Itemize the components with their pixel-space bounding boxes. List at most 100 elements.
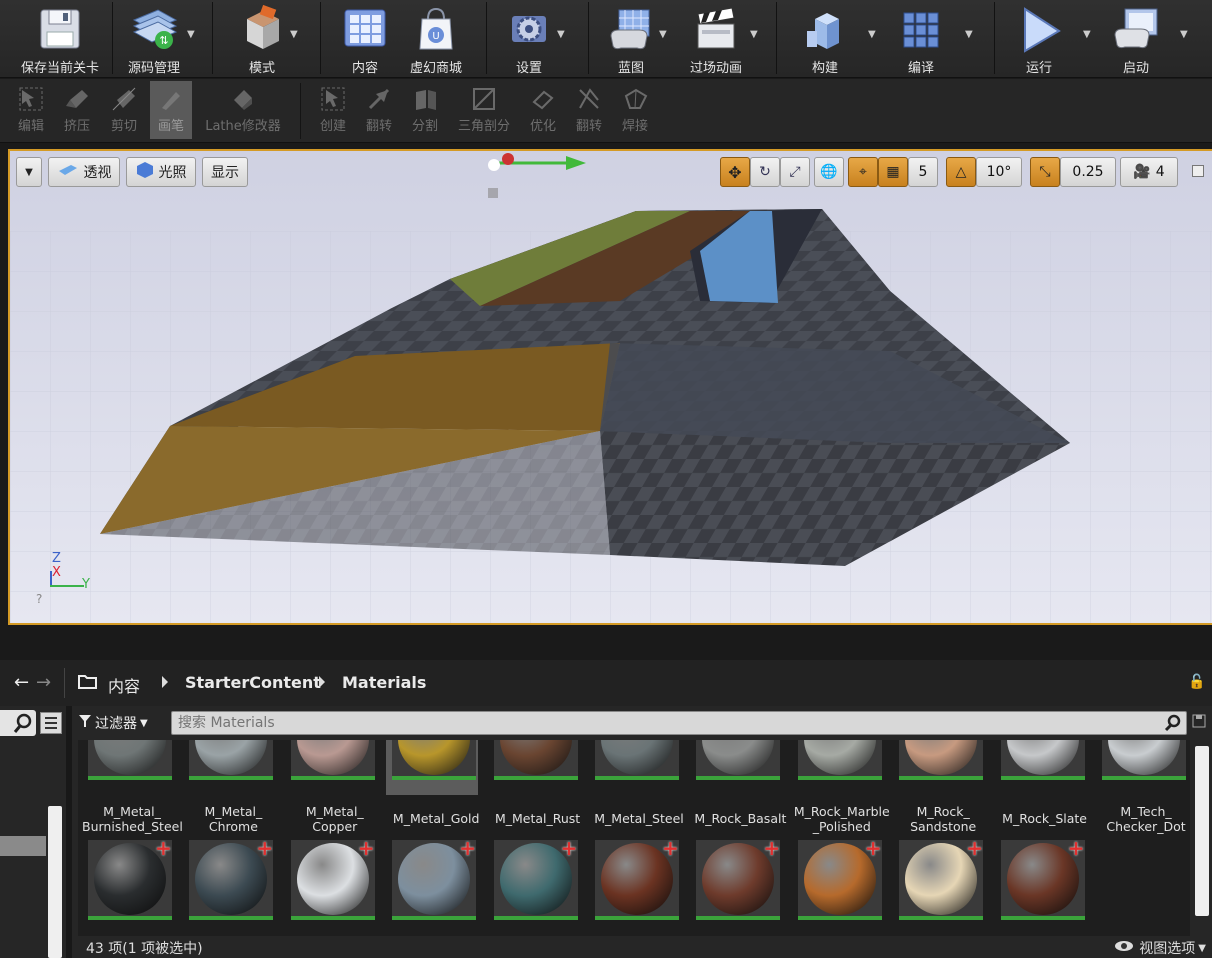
settings-dropdown[interactable]: ▼ xyxy=(557,30,567,40)
grid-snap-toggle[interactable]: ▦ xyxy=(878,157,908,187)
marketplace-button[interactable]: U 虚幻商城 xyxy=(400,0,472,76)
launch-button[interactable]: 启动 xyxy=(1100,0,1172,76)
breadcrumb-materials[interactable]: Materials xyxy=(342,673,426,692)
asset-grid: M_Metal_ Burnished_Steel M_Metal_ Chrome M… xyxy=(78,740,1190,936)
weld-tool-button[interactable]: 焊接 xyxy=(614,81,656,139)
toolbar-separator xyxy=(300,83,301,139)
lock-icon[interactable]: 🔓 xyxy=(1188,674,1205,690)
edit-tool-button[interactable]: 编辑 xyxy=(10,81,52,139)
breadcrumb-content[interactable]: 内容 xyxy=(108,673,140,697)
sources-selected-row[interactable] xyxy=(0,836,46,856)
blueprints-dropdown[interactable]: ▼ xyxy=(659,30,669,40)
asset-name: M_Metal_ Chrome xyxy=(204,804,263,834)
rotation-snap-toggle[interactable]: △ xyxy=(946,157,976,187)
translate-mode-button[interactable]: ✥ xyxy=(720,157,750,187)
settings-button[interactable]: 设置 xyxy=(494,0,564,76)
svg-text:U: U xyxy=(432,31,439,42)
view-options-button[interactable]: 视图选项 ▼ xyxy=(1114,938,1206,958)
modes-dropdown[interactable]: ▼ xyxy=(290,30,300,40)
surface-snap-button[interactable]: ⌖ xyxy=(848,157,878,187)
content-button[interactable]: 内容 xyxy=(330,0,400,76)
asset-name: M_Tech_ Checker_Dot xyxy=(1106,804,1186,834)
scale-snap-toggle[interactable]: ⤡ xyxy=(1030,157,1060,187)
source-control-button[interactable]: ⇅ 源码管理 xyxy=(114,0,194,76)
pen-tool-button[interactable]: 画笔 xyxy=(150,81,192,139)
back-arrow-icon[interactable]: ← xyxy=(14,672,29,693)
triangulate-tool-button[interactable]: 三角剖分 xyxy=(452,81,516,139)
breadcrumb-separator-icon[interactable] xyxy=(319,676,325,688)
add-icon: + xyxy=(459,840,476,860)
launch-dropdown[interactable]: ▼ xyxy=(1180,30,1190,40)
perspective-button[interactable]: 透视 xyxy=(48,157,120,187)
build-button[interactable]: 构建 xyxy=(790,0,860,76)
blueprints-button[interactable]: 蓝图 xyxy=(596,0,666,76)
material-sphere xyxy=(905,740,978,775)
chevron-down-icon: ▼ xyxy=(1198,942,1206,954)
main-toolbar: 保存当前关卡 ⇅ 源码管理 ▼ 模式 ▼ 内容 U 虚幻商城 设置 ▼ 蓝图 ▼… xyxy=(0,0,1212,78)
search-icon[interactable] xyxy=(1164,714,1182,736)
material-sphere xyxy=(296,740,369,775)
viewport-options-dropdown[interactable]: ▼ xyxy=(16,157,42,187)
rotate-mode-button[interactable]: ↻ xyxy=(750,157,780,187)
cinematics-dropdown[interactable]: ▼ xyxy=(750,30,760,40)
add-icon: + xyxy=(966,840,983,860)
asset-search-input[interactable] xyxy=(172,712,1152,734)
svg-text:?: ? xyxy=(36,592,42,606)
maximize-viewport-button[interactable] xyxy=(1192,165,1204,177)
sources-search-button[interactable] xyxy=(0,710,36,736)
turn-tool-button[interactable]: 翻转 xyxy=(568,81,610,139)
folder-icon xyxy=(78,672,98,695)
build-dropdown[interactable]: ▼ xyxy=(868,30,878,40)
triangulate-icon xyxy=(469,85,499,113)
save-level-button[interactable]: 保存当前关卡 xyxy=(10,0,110,76)
breadcrumb-startercontent[interactable]: StarterContent xyxy=(185,673,321,692)
play-dropdown[interactable]: ▼ xyxy=(1083,30,1093,40)
level-viewport[interactable]: ? ▼ 透视 光照 显示 ✥ ↻ ⤢ 🌐 ⌖ ▦ 5 △ 10° ⤡ 0.25 xyxy=(8,149,1212,625)
show-button[interactable]: 显示 xyxy=(202,157,248,187)
split-tool-button[interactable]: 分割 xyxy=(404,81,446,139)
list-view-icon[interactable] xyxy=(40,712,62,734)
source-control-dropdown[interactable]: ▼ xyxy=(187,30,197,40)
play-icon xyxy=(1010,4,1068,54)
settings-icon xyxy=(500,4,558,54)
lathe-tool-button[interactable]: Lathe修改器 xyxy=(198,81,288,139)
sources-scrollbar[interactable] xyxy=(48,806,62,958)
turn-icon xyxy=(574,85,604,113)
rotation-snap-value[interactable]: 10° xyxy=(976,157,1022,187)
asset-name: M_Metal_Steel xyxy=(594,811,684,826)
cinematics-button[interactable]: 过场动画 xyxy=(680,0,752,76)
grid-snap-value[interactable]: 5 xyxy=(908,157,938,187)
scale-mode-button[interactable]: ⤢ xyxy=(780,157,810,187)
material-sphere xyxy=(94,740,166,775)
play-button[interactable]: 运行 xyxy=(1004,0,1074,76)
camera-speed-button[interactable]: 🎥 4 xyxy=(1120,157,1178,187)
optimize-tool-button[interactable]: 优化 xyxy=(522,81,564,139)
scale-snap-value[interactable]: 0.25 xyxy=(1060,157,1116,187)
perspective-icon xyxy=(57,163,79,181)
content-browser-nav: ← → 内容 StarterContent Materials 🔓 xyxy=(0,660,1212,706)
flip-tool-button[interactable]: 翻转 xyxy=(358,81,400,139)
extrude-tool-button[interactable]: 挤压 xyxy=(56,81,98,139)
save-search-icon[interactable] xyxy=(1192,714,1206,730)
material-thumbnail xyxy=(696,740,781,780)
asset-grid-scrollbar[interactable] xyxy=(1195,746,1209,916)
lit-mode-button[interactable]: 光照 xyxy=(126,157,196,187)
geometry-tools-toolbar: 编辑 挤压 剪切 画笔 Lathe修改器 创建 翻转 分割 三角剖分 优化 翻转 xyxy=(0,79,1212,143)
create-tool-button[interactable]: 创建 xyxy=(312,81,354,139)
world-local-toggle[interactable]: 🌐 xyxy=(814,157,844,187)
asset-search-field[interactable] xyxy=(171,711,1187,735)
toolbar-separator xyxy=(776,2,777,74)
forward-arrow-icon[interactable]: → xyxy=(36,672,51,693)
add-icon: + xyxy=(256,840,274,860)
add-icon: + xyxy=(864,840,882,860)
compile-icon xyxy=(892,4,950,54)
breadcrumb-separator-icon[interactable] xyxy=(162,676,168,688)
material-thumbnail xyxy=(899,740,984,780)
filters-button[interactable]: 过滤器 ▼ xyxy=(79,711,148,735)
material-thumbnail xyxy=(88,740,172,780)
split-icon xyxy=(410,85,440,113)
material-sphere xyxy=(1108,740,1180,775)
clip-tool-button[interactable]: 剪切 xyxy=(102,81,146,139)
compile-button[interactable]: 编译 xyxy=(885,0,957,76)
compile-dropdown[interactable]: ▼ xyxy=(965,30,975,40)
